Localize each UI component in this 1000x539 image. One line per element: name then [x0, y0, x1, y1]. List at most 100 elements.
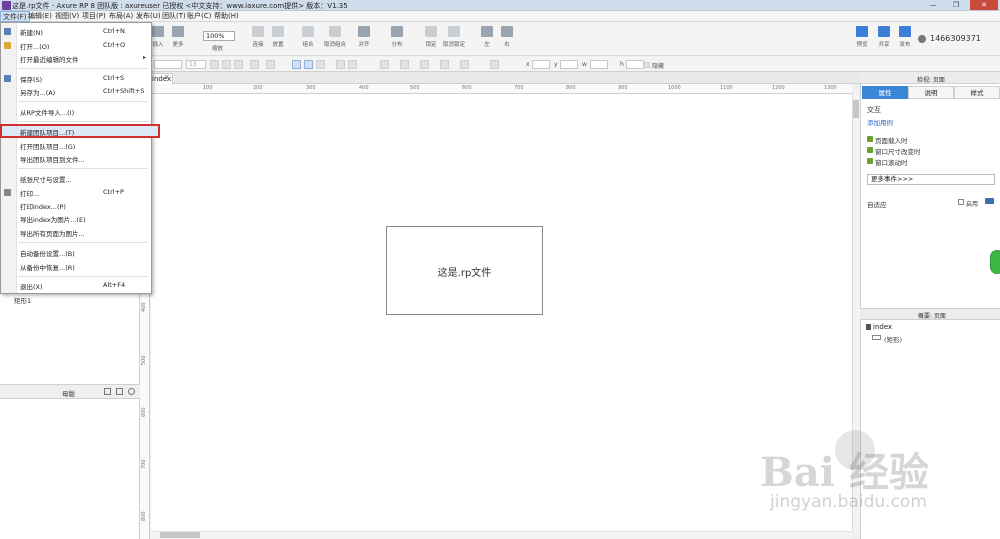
bullet-button[interactable]	[266, 60, 275, 69]
menu-edit[interactable]: 编辑(E)	[26, 11, 54, 22]
horizontal-scrollbar[interactable]	[151, 531, 852, 539]
menu-item-print[interactable]: 打印... Ctrl+P	[0, 187, 150, 198]
tab-close-icon[interactable]: ×	[164, 73, 170, 81]
maximize-button[interactable]: ❐	[945, 0, 967, 10]
minimize-button[interactable]: —	[922, 0, 944, 10]
outline-page-node[interactable]: index	[873, 323, 892, 331]
event-page-load[interactable]: 页面载入时	[875, 135, 908, 145]
share-button[interactable]: 共享	[878, 26, 890, 48]
font-color-button[interactable]	[250, 60, 259, 69]
publish-button[interactable]: 发布	[899, 26, 911, 48]
more-events-dropdown[interactable]: 更多事件>>>	[867, 174, 995, 185]
vertical-scroll-thumb[interactable]	[853, 100, 859, 118]
align-tool[interactable]: 对齐	[358, 26, 370, 48]
horizontal-scroll-thumb[interactable]	[160, 532, 200, 538]
menu-item-exit[interactable]: 退出(X) Alt+F4	[0, 280, 150, 291]
valign-top-button[interactable]	[336, 60, 345, 69]
menu-item-page-setup[interactable]: 纸张尺寸与设置...	[0, 173, 150, 184]
insert-tool[interactable]: 插入	[152, 26, 164, 48]
hidden-label: 隐藏	[652, 63, 665, 70]
close-button[interactable]: ✕	[970, 0, 998, 10]
search-icon[interactable]	[128, 388, 135, 395]
tab-properties[interactable]: 属性	[862, 86, 908, 99]
menu-item-recent[interactable]: 打开最近编辑的文件 ▸	[0, 53, 150, 64]
menu-item-open-team-project[interactable]: 打开团队项目...(G)	[0, 140, 150, 151]
menu-item-import-rp[interactable]: 从RP文件导入...(I)	[0, 106, 150, 117]
align-center-button[interactable]	[304, 60, 313, 69]
lock-tool[interactable]: 锁定	[425, 26, 437, 48]
more-tool[interactable]: 更多	[172, 26, 184, 48]
floating-assistant-icon[interactable]	[990, 250, 1000, 274]
ruler-tick: 800	[141, 511, 147, 521]
menu-item-export-all-images[interactable]: 导出所有页面为图片...	[0, 227, 150, 238]
menu-view[interactable]: 视图(V)	[53, 11, 81, 22]
border-style-button[interactable]	[440, 60, 449, 69]
align-right-button[interactable]	[316, 60, 325, 69]
menu-item-print-index[interactable]: 打印index...(P)	[0, 200, 150, 211]
menu-help[interactable]: 帮助(H)	[212, 11, 241, 22]
menu-separator	[18, 276, 148, 277]
bold-button[interactable]	[210, 60, 219, 69]
more-icon	[172, 26, 184, 37]
add-master-icon[interactable]	[104, 388, 111, 395]
widget-list-item[interactable]: 矩形1	[14, 295, 31, 305]
add-case-link[interactable]: 添加用例	[867, 117, 893, 127]
fill-color-button[interactable]	[380, 60, 389, 69]
underline-button[interactable]	[234, 60, 243, 69]
arrow-style-button[interactable]	[460, 60, 469, 69]
menu-item-save-as[interactable]: 另存为...(A) Ctrl+Shift+S	[0, 86, 150, 97]
distribute-tool[interactable]: 分布	[391, 26, 403, 48]
font-size-select[interactable]: 13	[186, 60, 206, 69]
border-width-button[interactable]	[420, 60, 429, 69]
menu-item-save[interactable]: 保存(S) Ctrl+S	[0, 73, 150, 84]
shadow-button[interactable]	[490, 60, 499, 69]
h-input[interactable]	[626, 60, 644, 69]
group-tool[interactable]: 组合	[302, 26, 314, 48]
right-tool[interactable]: 右	[501, 26, 513, 48]
valign-middle-button[interactable]	[348, 60, 357, 69]
menu-team[interactable]: 团队(T)	[160, 11, 188, 22]
menu-project[interactable]: 项目(P)	[80, 11, 108, 22]
menu-account[interactable]: 账户(C)	[185, 11, 213, 22]
printer-icon	[4, 189, 11, 196]
menu-layout[interactable]: 布局(A)	[107, 11, 135, 22]
y-input[interactable]	[560, 60, 578, 69]
zoom-select[interactable]: 100%	[203, 31, 235, 41]
window-title: 这是.rp文件 - Axure RP 8 团队版 : axureuser 已授权…	[12, 2, 348, 10]
ungroup-tool[interactable]: 取消组合	[324, 26, 346, 48]
left-tool[interactable]: 左	[481, 26, 493, 48]
menu-item-open[interactable]: 打开...(O) Ctrl+O	[0, 40, 150, 51]
outline-rectangle-node[interactable]: (矩形)	[884, 334, 902, 344]
menu-publish[interactable]: 发布(U)	[134, 11, 163, 22]
unlock-icon	[448, 26, 460, 37]
menu-item-new-team-project[interactable]: 新建团队项目...(T)	[0, 126, 150, 137]
event-icon	[867, 147, 873, 153]
w-input[interactable]	[590, 60, 608, 69]
align-left-button[interactable]	[292, 60, 301, 69]
place-tool[interactable]: 放置	[272, 26, 284, 48]
italic-button[interactable]	[222, 60, 231, 69]
adaptive-views-icon[interactable]	[985, 198, 994, 204]
adaptive-enable-checkbox[interactable]	[958, 199, 964, 205]
connect-tool[interactable]: 连接	[252, 26, 264, 48]
h-label: h	[620, 61, 624, 68]
menu-item-export-index-image[interactable]: 导出index为图片...(E)	[0, 213, 150, 224]
menu-item-export-team-project[interactable]: 导出团队项目到文件...	[0, 153, 150, 164]
font-family-select[interactable]	[154, 60, 182, 69]
tab-notes[interactable]: 说明	[908, 86, 954, 99]
menu-item-auto-backup[interactable]: 自动备份设置...(B)	[0, 247, 150, 258]
x-input[interactable]	[532, 60, 550, 69]
event-window-scroll[interactable]: 窗口滚动时	[875, 157, 908, 167]
ruler-tick: 1100	[720, 85, 733, 91]
menu-item-new[interactable]: 新建(N) Ctrl+N	[0, 26, 150, 37]
preview-button[interactable]: 预览	[856, 26, 868, 48]
event-window-resize[interactable]: 窗口尺寸改变时	[875, 146, 921, 156]
user-account[interactable]: 1466309371	[930, 34, 981, 43]
tab-style[interactable]: 样式	[954, 86, 1000, 99]
add-folder-icon[interactable]	[116, 388, 123, 395]
hidden-checkbox[interactable]	[644, 62, 650, 68]
border-color-button[interactable]	[400, 60, 409, 69]
unlock-tool[interactable]: 取消锁定	[443, 26, 465, 48]
ruler-tick: 700	[514, 85, 524, 91]
menu-item-restore-backup[interactable]: 从备份中恢复...(R)	[0, 261, 150, 272]
